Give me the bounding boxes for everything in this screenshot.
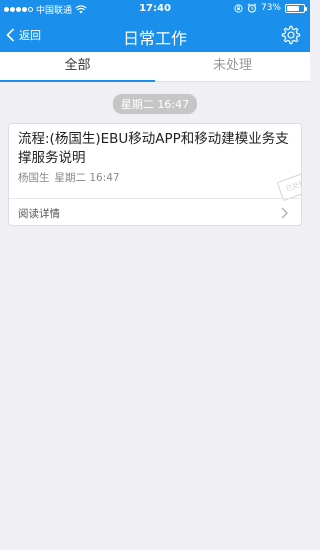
rotation-lock-icon	[234, 3, 243, 13]
header: 中国联通 17:40 73% 返回 日常工作	[0, 0, 310, 52]
chevron-right-icon	[281, 207, 288, 219]
workflow-card[interactable]: 流程:(杨国生)EBU移动APP和移动建模业务支撑服务说明 杨国生 星期二 16…	[8, 123, 302, 226]
status-right: 73%	[234, 3, 307, 13]
tab-bar: 全部 未处理	[0, 52, 310, 82]
gear-icon[interactable]	[280, 24, 302, 46]
date-separator: 星期二 16:47	[112, 94, 198, 114]
read-more-label: 阅读详情	[18, 208, 60, 220]
alarm-icon	[247, 3, 257, 13]
tab-all[interactable]: 全部	[0, 52, 155, 82]
card-author: 杨国生	[18, 172, 50, 184]
processed-stamp: 已处理	[276, 170, 301, 202]
page-title: 日常工作	[122, 29, 187, 48]
card-date: 星期二 16:47	[54, 172, 120, 184]
tab-unprocessed[interactable]: 未处理	[155, 52, 310, 81]
battery-icon	[285, 3, 307, 13]
nav-bar: 返回 日常工作	[0, 18, 310, 52]
battery-fill	[287, 5, 299, 11]
card-title: 流程:(杨国生)EBU移动APP和移动建模业务支撑服务说明	[18, 131, 289, 166]
read-more-row[interactable]: 阅读详情	[9, 199, 301, 225]
status-bar: 中国联通 17:40 73%	[0, 0, 310, 18]
battery-percent: 73%	[260, 3, 281, 13]
card-meta: 杨国生 星期二 16:47	[18, 170, 120, 185]
